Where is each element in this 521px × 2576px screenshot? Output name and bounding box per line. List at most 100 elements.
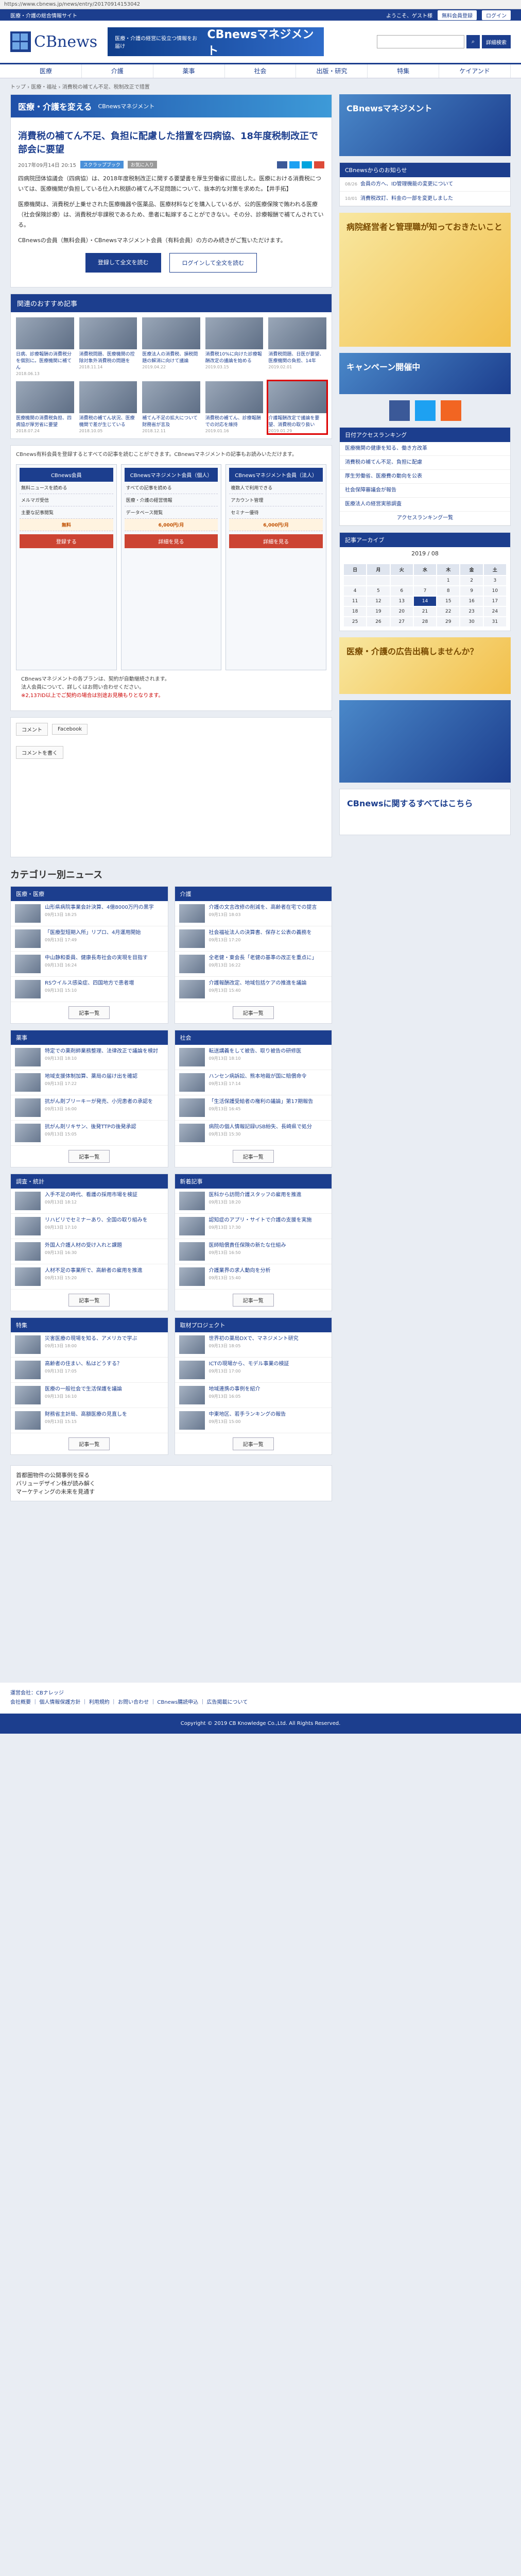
calendar-day[interactable]: 3 [483, 576, 506, 585]
hatena-icon[interactable] [302, 161, 312, 168]
calendar-day[interactable]: 1 [437, 576, 460, 585]
twitter-icon[interactable] [289, 161, 300, 168]
calendar-day[interactable]: 12 [367, 597, 390, 606]
sidebar-ad[interactable] [339, 700, 511, 783]
category-more-button[interactable]: 記事一覧 [68, 1294, 110, 1307]
favorite-button[interactable]: お気に入り [127, 161, 157, 168]
calendar-day[interactable]: 25 [344, 617, 367, 626]
ranking-item[interactable]: 厚生労働省、医療費の動向を公表 [340, 470, 510, 484]
plan-button[interactable]: 詳細を見る [124, 534, 218, 548]
calendar-day[interactable]: 20 [390, 607, 413, 616]
calendar-day[interactable]: 17 [483, 597, 506, 606]
sidebar-ad[interactable]: 医療・介護の広告出稿しませんか？ [339, 637, 511, 694]
related-item[interactable]: 消費税10%に向けた診療報酬改定の議論を始める 2019.03.15 [205, 317, 264, 376]
category-more-button[interactable]: 記事一覧 [232, 1294, 274, 1307]
category-item[interactable]: 介護業界の求人動向を分析 09月13日 15:40 [175, 1264, 332, 1290]
sidebar-banner[interactable]: CBnewsマネジメント [339, 94, 511, 156]
calendar-day[interactable]: 4 [344, 586, 367, 596]
news-item[interactable]: 08/26 会員の方へ、ID管理機能の変更について [340, 177, 510, 192]
ad-strip[interactable]: 医療・介護を変える CBnewsマネジメント [11, 95, 332, 117]
calendar-day[interactable]: 30 [460, 617, 483, 626]
category-item[interactable]: RSウイルス感染症、四国地方で患者増 09月13日 15:10 [11, 977, 168, 1002]
category-item[interactable]: 地域連携の事例を紹介 09月13日 16:05 [175, 1383, 332, 1408]
calendar-day[interactable]: 11 [344, 597, 367, 606]
sidebar-ad[interactable]: CBnewsに関するすべてはこちら [339, 789, 511, 835]
category-item[interactable]: 特定での薬剤師業務整理、法律改正で議論を検討 09月13日 18:10 [11, 1045, 168, 1070]
related-item[interactable]: 消費税の補てん状況、医療機関で差が生じている 2018.10.05 [79, 381, 137, 433]
related-item[interactable]: 医療法人の消費税、損税問題の解消に向けて議論 2019.04.22 [142, 317, 200, 376]
category-item[interactable]: 中山静和委員、健康長寿社会の実現を目指す 09月13日 16:24 [11, 952, 168, 977]
category-item[interactable]: 医科から訪問介護スタッフの雇用を推進 09月13日 18:20 [175, 1189, 332, 1214]
login-read-button[interactable]: ログインして全文を読む [169, 253, 257, 273]
calendar-day[interactable]: 23 [460, 607, 483, 616]
ranking-item[interactable]: 消費税の補てん不足、負担に配慮 [340, 456, 510, 470]
category-item[interactable]: 財務省主計局、高額医療の見直しを 09月13日 15:15 [11, 1408, 168, 1433]
category-item[interactable]: ICTの現場から、モデル事業の検証 09月13日 17:00 [175, 1358, 332, 1383]
calendar-day[interactable]: 13 [390, 597, 413, 606]
nav-item[interactable]: 薬事 [153, 64, 225, 78]
site-logo[interactable]: CBnews [10, 31, 97, 52]
category-more-button[interactable]: 記事一覧 [68, 1150, 110, 1163]
category-item[interactable]: 抗がん剤ブリーキーが発売、小児患者の承認を 09月13日 16:00 [11, 1095, 168, 1121]
calendar-day[interactable]: 5 [367, 586, 390, 596]
related-item[interactable]: 日病、診療報酬の消費税分を個別に。医療機関に補てん 2018.06.13 [16, 317, 74, 376]
related-item[interactable]: 消費税問題、日医が要望、医療機関の負担、14年 2019.02.01 [268, 317, 326, 376]
facebook-icon[interactable] [389, 400, 410, 421]
login-button[interactable]: ログイン [482, 10, 511, 20]
ranking-item[interactable]: 医療機関の健康を知る、働き方改革 [340, 442, 510, 456]
category-item[interactable]: 社会福祉法人の決算書、保存と公表の義務を 09月13日 17:20 [175, 926, 332, 952]
sidebar-ad[interactable]: キャンペーン開催中 [339, 353, 511, 394]
category-item[interactable]: 抗がん剤リキサン、後発TTPの後発承認 09月13日 15:05 [11, 1121, 168, 1146]
calendar-day[interactable]: 22 [437, 607, 460, 616]
category-item[interactable]: 災害医療の現場を知る、アメリカで学ぶ 09月13日 18:00 [11, 1332, 168, 1358]
facebook-icon[interactable] [277, 161, 287, 168]
calendar-day[interactable]: 6 [390, 586, 413, 596]
category-item[interactable]: 「医療型短期入所」リプロ、4月運用開始 09月13日 17:49 [11, 926, 168, 952]
news-item[interactable]: 10/01 消費税改訂、料金の一部を変更しました [340, 192, 510, 206]
comment-tab[interactable]: コメント [16, 723, 48, 736]
category-item[interactable]: 中東地区、若手ランキングの報告 09月13日 15:00 [175, 1408, 332, 1433]
detail-search-button[interactable]: 詳細検索 [482, 35, 511, 48]
category-item[interactable]: 人材不足の事業所で、高齢者の雇用を推進 09月13日 15:20 [11, 1264, 168, 1290]
calendar-day[interactable]: 29 [437, 617, 460, 626]
bottom-ad-link[interactable]: マーケティングの未来を見通す [16, 1487, 326, 1496]
post-comment-button[interactable]: コメントを書く [16, 746, 63, 759]
sidebar-ad[interactable]: 病院経営者と管理職が知っておきたいこと [339, 213, 511, 347]
calendar-day[interactable]: 14 [413, 597, 437, 606]
register-button[interactable]: 無料会員登録 [438, 10, 477, 20]
calendar-day[interactable]: 21 [413, 607, 437, 616]
category-item[interactable]: 医療の一般社会で生活保護を議論 09月13日 16:10 [11, 1383, 168, 1408]
header-banner[interactable]: 医療・介護の経営に役立つ情報をお届け CBnewsマネジメント [108, 27, 324, 58]
category-item[interactable]: 外国人介護人材の受け入れと課題 09月13日 16:30 [11, 1239, 168, 1264]
search-icon[interactable]: ⌕ [466, 35, 480, 48]
ranking-item[interactable]: 医療法人の経営実態調査 [340, 498, 510, 512]
related-item[interactable]: 消費税問題、医療機関の控除対象外消費税の問題を 2018.11.14 [79, 317, 137, 376]
plan-button[interactable]: 登録する [20, 534, 113, 548]
related-item[interactable]: 医療機関の消費税負担、四病協が厚労省に要望 2018.07.24 [16, 381, 74, 433]
category-more-button[interactable]: 記事一覧 [68, 1437, 110, 1450]
calendar-day[interactable]: 7 [413, 586, 437, 596]
nav-item[interactable]: 出版・研究 [296, 64, 368, 78]
calendar-day[interactable]: 28 [413, 617, 437, 626]
calendar-day[interactable]: 24 [483, 607, 506, 616]
category-item[interactable]: 「生活保護受給者の権利の議論」第17期報告 09月13日 16:45 [175, 1095, 332, 1121]
category-item[interactable]: 転送講義をして被告、取り被告の研修医 09月13日 18:10 [175, 1045, 332, 1070]
calendar-day[interactable]: 2 [460, 576, 483, 585]
calendar-day[interactable]: 26 [367, 617, 390, 626]
category-more-button[interactable]: 記事一覧 [232, 1150, 274, 1163]
category-item[interactable]: 病院の個人情報記録USB紛失、長崎県で処分 09月13日 15:30 [175, 1121, 332, 1146]
category-item[interactable]: 介護の文言改修の削減を、高齢者在宅での提言 09月13日 18:03 [175, 901, 332, 926]
plan-button[interactable]: 詳細を見る [229, 534, 323, 548]
calendar-day[interactable]: 15 [437, 597, 460, 606]
category-item[interactable]: 世界初の薬局DXで、マネジメント研究 09月13日 18:05 [175, 1332, 332, 1358]
category-item[interactable]: 認知症のアプリ・サイトで介護の支援を実施 09月13日 17:30 [175, 1214, 332, 1239]
nav-item[interactable]: ケイアンド [439, 64, 511, 78]
related-item[interactable]: 補てん不足の拡大について財務省が言及 2018.12.11 [142, 381, 200, 433]
category-more-button[interactable]: 記事一覧 [68, 1006, 110, 1019]
calendar-day[interactable]: 8 [437, 586, 460, 596]
category-item[interactable]: 高齢者の住まい、私はどうする？ 09月13日 17:05 [11, 1358, 168, 1383]
category-item[interactable]: 全老健・東会長「老健の基準の改正を重点に」 09月13日 16:22 [175, 952, 332, 977]
category-item[interactable]: ハンセン病訴訟、熊本地裁が国に賠償命令 09月13日 17:14 [175, 1070, 332, 1095]
calendar-day[interactable]: 19 [367, 607, 390, 616]
register-read-button[interactable]: 登録して全文を読む [85, 253, 161, 273]
